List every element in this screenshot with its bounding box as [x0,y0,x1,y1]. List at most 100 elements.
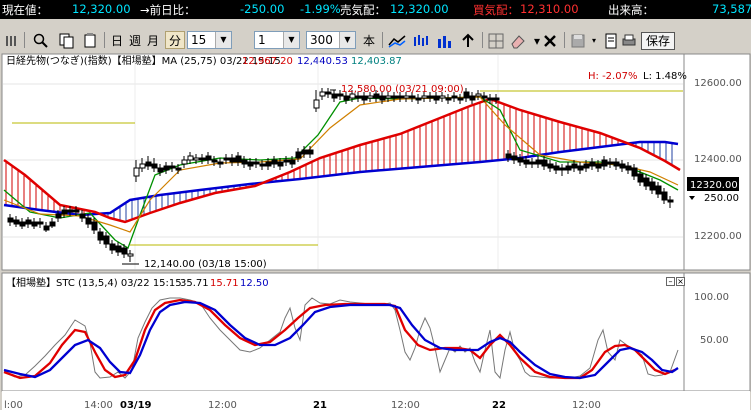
candle-body [55,213,62,219]
candle-body [61,209,68,215]
save-button[interactable]: 保存 [641,32,675,50]
bid-value: 12,310.00 [520,2,579,16]
high-pct-label: H: -2.07% [588,71,637,82]
stc-axis-panel [683,272,751,392]
candle-body [31,221,38,227]
candle-body [199,157,206,161]
candle-body [511,155,518,161]
candle-body [37,221,44,225]
candle-body [343,95,350,101]
candle-body [463,91,470,99]
print-icon[interactable] [620,31,638,49]
candle-body [175,167,182,171]
candle-body [235,155,242,163]
candle-body [19,221,26,227]
candle-body [361,95,368,101]
time-tick: 12:00 [208,400,237,410]
stc-tick: 100.00 [694,292,729,303]
minute-button[interactable]: 分 [165,31,185,49]
month-button[interactable]: 月 [144,31,162,49]
candle-body [211,159,218,163]
chevron-down-icon: ▼ [283,32,299,48]
ma-value-1: 12,967.20 [242,56,293,67]
candle-body [265,161,272,167]
bars-select[interactable]: 300 ▼ [306,31,356,49]
candle-body [217,161,224,165]
toolbar: 日 週 月 分 15 ▼ 1 ▼ 300 ▼ 本 ▾ ▾ [0,29,751,51]
bid-label: 買気配： [473,3,519,17]
separator [104,32,105,48]
time-tick: 21 [313,400,327,410]
time-tick: 12:00 [391,400,420,410]
candle-body [247,161,254,167]
separator [24,32,25,48]
candle-body [637,173,644,183]
close-icon[interactable] [540,31,560,49]
time-tick: 12:00 [572,400,601,410]
candle-body [277,161,284,167]
arrow-up-icon[interactable] [458,31,478,49]
current-price-value: 12,320.00 [72,2,131,16]
copy-icon[interactable] [56,31,76,49]
stc-tick: 50.00 [700,335,729,346]
week-button[interactable]: 週 [126,31,144,49]
current-price-box-label: 12320.00 [690,180,738,191]
candle-body [331,93,338,99]
high-annotation: 12,580.00 (03/21 09:00) [341,84,464,95]
price-tick: 12200.00 [694,231,742,242]
candle-body [367,95,374,99]
candle-body [205,155,212,161]
candle-body [271,159,278,165]
candle-body [295,151,302,159]
stc-value-2: 15.71 [210,278,239,289]
candle-body [355,95,362,99]
candle-body [115,245,122,253]
candle-body [583,163,590,169]
minute-select[interactable]: 15 ▼ [187,31,232,49]
price-tick: 12400.00 [694,154,742,165]
stc-value-3: 12.50 [240,278,269,289]
candle-body [517,157,524,163]
disk-icon[interactable] [568,31,588,49]
candle-body [145,161,152,167]
candle-body [109,243,116,251]
candle-body [49,221,56,227]
zoom-icon[interactable] [30,31,52,49]
paste-icon[interactable] [80,31,100,49]
candle-body [127,253,134,257]
eraser-icon[interactable] [508,31,528,49]
line-chart-icon[interactable] [386,31,408,49]
ask-label: 売気配： [340,3,386,17]
candle-body [601,159,608,167]
candle-body [97,231,104,241]
time-axis [2,391,750,410]
chevron-down-icon: ▼ [339,32,355,48]
minimize-icon[interactable]: – [666,277,675,286]
day-button[interactable]: 日 [108,31,126,49]
candle-body [103,235,110,245]
grid-icon[interactable] [486,31,506,49]
candle-body [85,217,92,225]
chevron-down-icon[interactable]: ▾ [588,31,600,49]
document-icon[interactable] [602,31,620,49]
count-select[interactable]: 1 ▼ [254,31,300,49]
candle-body [481,95,488,99]
grip-icon[interactable] [2,31,20,49]
candle-body [457,97,464,101]
candle-body [613,161,620,167]
main-chart-title: 日経先物(つなぎ)(指数)【相場塾】MA (25,75) 03/22 15:15 [6,54,281,67]
candle-body [439,95,446,99]
candle-body [301,149,308,155]
candle-body [283,159,290,163]
candle-body [649,181,656,191]
candle-body [595,163,602,169]
bar-chart-icon[interactable] [434,31,456,49]
candle-chart-icon[interactable] [410,31,432,49]
ask-value: 12,320.00 [390,2,449,16]
volume-value: 73,587 [712,2,751,16]
close-icon[interactable]: × [676,277,685,286]
candle-body [565,165,572,171]
candle-body [523,159,530,165]
candle-body [655,185,662,195]
candle-body [553,165,560,171]
